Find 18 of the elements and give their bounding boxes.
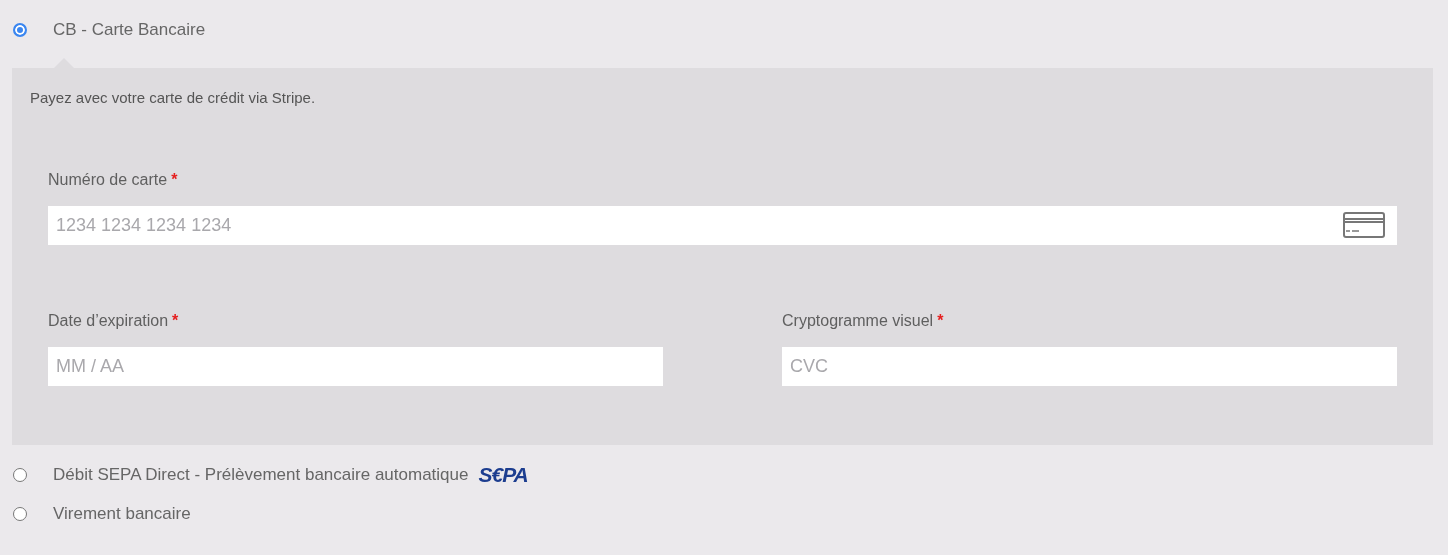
radio-button[interactable] (13, 23, 27, 37)
description-text: Payez avec votre carte de crédit via Stripe. (30, 88, 317, 108)
radio-button[interactable] (13, 506, 27, 521)
required-mark: * (937, 311, 944, 331)
option-label[interactable]: Virement bancaire (53, 503, 191, 524)
input-field[interactable]: MM / AA (48, 347, 663, 386)
input-field[interactable]: 1234 1234 1234 1234 (48, 206, 1397, 245)
sepa-logo: S€PA (478, 462, 528, 487)
input-field[interactable]: CVC (782, 347, 1397, 386)
field-label: Cryptogramme visuel (782, 311, 934, 331)
field-label: Date d’expiration (48, 311, 169, 331)
required-mark: * (172, 311, 179, 331)
radio-button[interactable] (13, 467, 27, 482)
field-label: Numéro de carte (48, 170, 168, 190)
option-label[interactable]: CB - Carte Bancaire (53, 20, 206, 40)
option-label[interactable]: Débit SEPA Direct - Prélèvement bancaire automatique (53, 464, 469, 485)
required-mark: * (171, 170, 178, 190)
credit-card-icon (1343, 212, 1385, 238)
